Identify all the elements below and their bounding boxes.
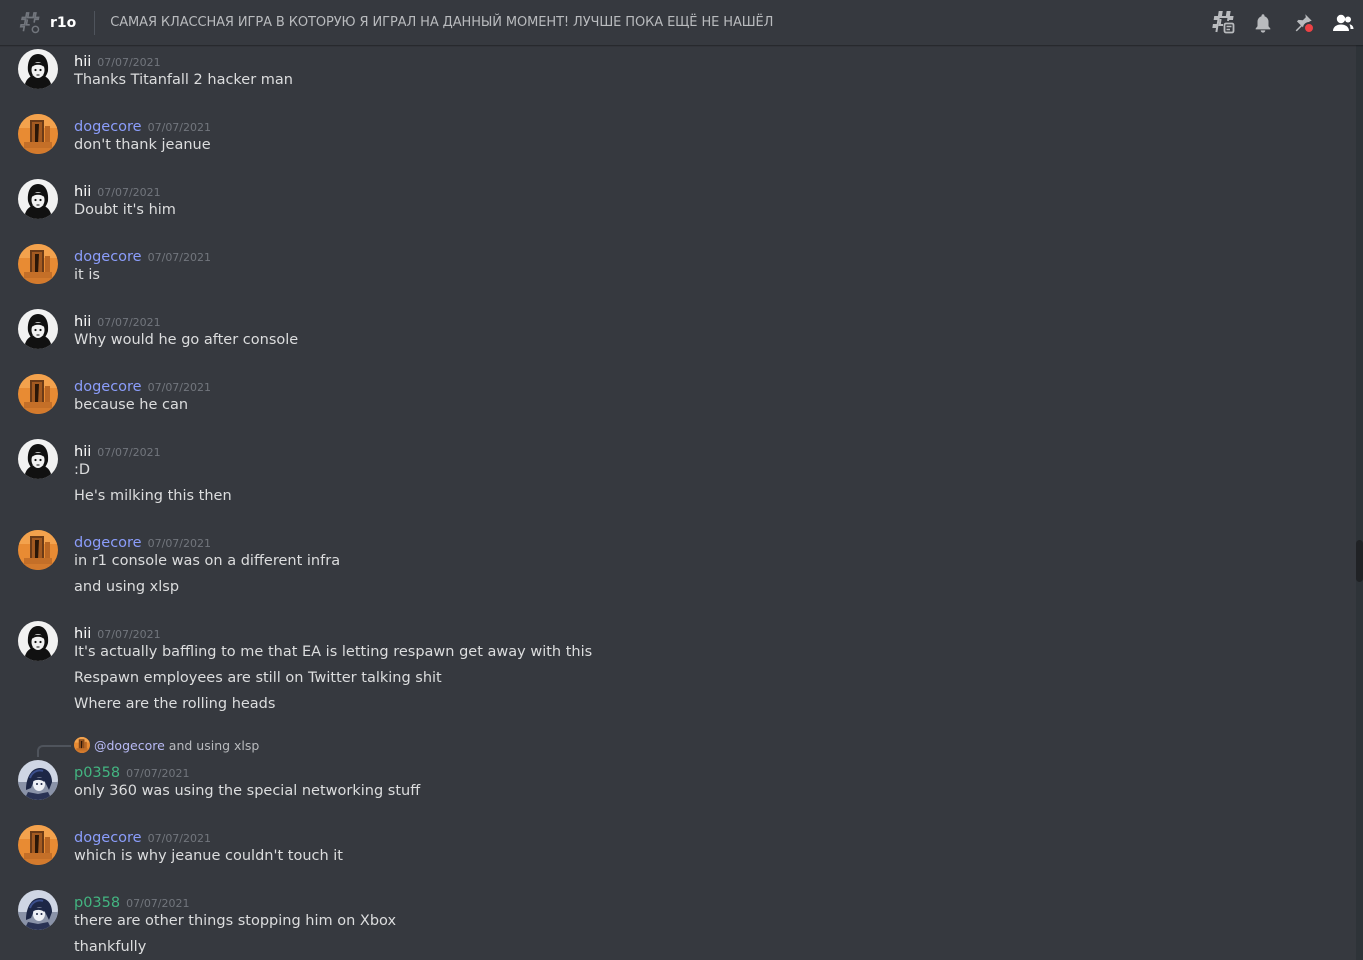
message-header: dogecore 07/07/2021	[74, 116, 211, 135]
header-divider	[94, 10, 96, 35]
avatar[interactable]	[18, 530, 58, 570]
message-header: hii 07/07/2021	[74, 181, 161, 200]
avatar[interactable]	[18, 309, 58, 349]
author-name[interactable]: dogecore	[74, 379, 142, 395]
timestamp: 07/07/2021	[126, 767, 190, 780]
avatar[interactable]	[18, 114, 58, 154]
message-header: hii 07/07/2021	[74, 623, 161, 642]
message-text: thankfully	[74, 939, 147, 955]
threads-icon[interactable]	[1211, 10, 1235, 35]
message-text: Doubt it's him	[74, 202, 176, 218]
hashtag-threads-icon	[18, 11, 42, 35]
message-header: dogecore 07/07/2021	[74, 827, 211, 846]
reply-avatar	[74, 737, 90, 753]
timestamp: 07/07/2021	[147, 121, 212, 134]
channel-header: r1o САМАЯ КЛАССНАЯ ИГРА В КОТОРУЮ Я ИГРА…	[0, 0, 1363, 45]
message-text: in r1 console was on a different infra	[74, 553, 341, 569]
channel-name: r1o	[50, 14, 77, 31]
message-header: hii 07/07/2021	[74, 441, 161, 460]
avatar[interactable]	[18, 760, 58, 800]
author-name[interactable]: dogecore	[74, 249, 142, 265]
author-name[interactable]: hii	[74, 626, 91, 642]
author-name[interactable]: p0358	[74, 765, 120, 781]
message-text: Thanks Titanfall 2 hacker man	[74, 72, 293, 88]
author-name[interactable]: hii	[74, 314, 91, 330]
scrollbar-thumb[interactable]	[1356, 540, 1363, 582]
avatar[interactable]	[18, 49, 58, 89]
message-text: and using xlsp	[74, 579, 180, 595]
timestamp: 07/07/2021	[147, 832, 212, 845]
header-toolbar	[1195, 0, 1355, 45]
message-header: hii 07/07/2021	[74, 311, 161, 330]
avatar[interactable]	[18, 179, 58, 219]
message-text: which is why jeanue couldn't touch it	[74, 848, 343, 864]
message-header: dogecore 07/07/2021	[74, 376, 211, 395]
timestamp: 07/07/2021	[126, 897, 190, 910]
author-name[interactable]: dogecore	[74, 535, 142, 551]
timestamp: 07/07/2021	[97, 186, 161, 199]
avatar[interactable]	[18, 439, 58, 479]
author-name[interactable]: hii	[74, 444, 91, 460]
timestamp: 07/07/2021	[97, 446, 161, 459]
message-header: hii 07/07/2021	[74, 51, 161, 70]
reply-mention[interactable]: @dogecore	[94, 738, 165, 753]
timestamp: 07/07/2021	[147, 251, 212, 264]
timestamp: 07/07/2021	[97, 56, 161, 69]
timestamp: 07/07/2021	[97, 628, 161, 641]
members-icon[interactable]	[1331, 11, 1355, 35]
avatar[interactable]	[18, 244, 58, 284]
timestamp: 07/07/2021	[147, 381, 212, 394]
bell-icon[interactable]	[1251, 11, 1275, 35]
timestamp: 07/07/2021	[147, 537, 212, 550]
avatar[interactable]	[18, 374, 58, 414]
message-header: dogecore 07/07/2021	[74, 532, 211, 551]
message-text: it is	[74, 267, 100, 283]
reply-text: and using xlsp	[168, 737, 260, 753]
author-name[interactable]: hii	[74, 54, 91, 70]
message-header: p0358 07/07/2021	[74, 762, 190, 781]
scrollbar-track[interactable]	[1356, 45, 1363, 960]
message-list[interactable]: hii 07/07/2021 Thanks Titanfall 2 hacker …	[0, 45, 1356, 960]
author-name[interactable]: dogecore	[74, 119, 142, 135]
channel-topic[interactable]: САМАЯ КЛАССНАЯ ИГРА В КОТОРУЮ Я ИГРАЛ НА…	[110, 15, 773, 30]
message-text: Respawn employees are still on Twitter t…	[74, 670, 442, 686]
author-name[interactable]: hii	[74, 184, 91, 200]
message-text: because he can	[74, 397, 189, 413]
message-text: Where are the rolling heads	[74, 696, 276, 712]
pin-icon[interactable]	[1291, 11, 1315, 35]
author-name[interactable]: p0358	[74, 895, 120, 911]
reply-preview[interactable]: @dogecore and using xlsp	[74, 737, 259, 753]
notification-dot	[1303, 21, 1315, 34]
message-text: He's milking this then	[74, 488, 232, 504]
message-header: dogecore 07/07/2021	[74, 246, 211, 265]
message-text: don't thank jeanue	[74, 137, 211, 153]
avatar[interactable]	[18, 825, 58, 865]
message-text: :D	[74, 462, 91, 478]
avatar[interactable]	[18, 890, 58, 930]
message-text: only 360 was using the special networkin…	[74, 783, 421, 799]
author-name[interactable]: dogecore	[74, 830, 142, 846]
avatar[interactable]	[18, 621, 58, 661]
message-header: p0358 07/07/2021	[74, 892, 190, 911]
message-text: Why would he go after console	[74, 332, 299, 348]
reply-spine	[37, 745, 71, 757]
timestamp: 07/07/2021	[97, 316, 161, 329]
message-text: It's actually baffling to me that EA is …	[74, 644, 593, 660]
message-text: there are other things stopping him on X…	[74, 913, 397, 929]
